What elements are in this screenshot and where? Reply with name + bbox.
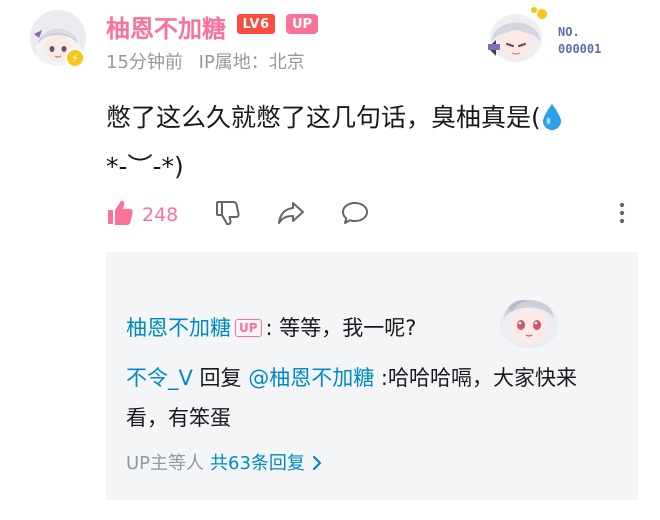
dislike-button[interactable] xyxy=(214,198,242,232)
reply-up-badge: UP xyxy=(235,319,262,337)
reply-sticker-image xyxy=(494,278,564,348)
level-badge: LV6 xyxy=(237,14,275,34)
chevron-right-icon xyxy=(312,455,322,471)
like-button[interactable]: 248 xyxy=(106,198,178,232)
more-button[interactable] xyxy=(612,198,632,232)
comment-text: 憋了这么久就憋了这几句话，臭柚真是( *-︶-*) xyxy=(106,96,630,189)
reply-button[interactable] xyxy=(340,198,370,232)
fan-card-value: 000001 xyxy=(558,42,602,56)
reply-word: 回复 xyxy=(192,366,249,390)
more-vertical-icon xyxy=(612,199,632,231)
view-all-replies[interactable]: UP主等人 共63条回复 xyxy=(126,450,323,478)
action-bar: 248 xyxy=(106,198,640,232)
fan-card[interactable]: NO. 000001 xyxy=(480,4,630,70)
like-count: 248 xyxy=(142,204,179,226)
comment-time: 15分钟前 xyxy=(106,52,183,73)
ip-location: IP属地：北京 xyxy=(198,52,305,73)
comment-meta: 15分钟前 IP属地：北京 xyxy=(106,48,305,74)
reply-total-link[interactable]: 共63条回复 xyxy=(210,453,305,474)
reply-author[interactable]: 柚恩不加糖 xyxy=(126,316,231,340)
comment-text-main: 憋了这么久就憋了这几句话，臭柚真是( xyxy=(106,103,541,132)
comment-text-tail: *-︶-*) xyxy=(106,152,184,181)
fan-card-image xyxy=(480,4,552,70)
reply-participants: UP主等人 xyxy=(126,453,205,474)
thumbs-down-icon xyxy=(214,199,242,231)
fan-card-label: NO. xyxy=(558,25,580,39)
speech-bubble-icon xyxy=(340,199,370,231)
reply-mention[interactable]: @柚恩不加糖 xyxy=(248,366,374,390)
fan-card-number: NO. 000001 xyxy=(558,24,601,58)
reply-item[interactable]: 不令_V 回复 @柚恩不加糖 :哈哈哈嗝，大家快来看，有笨蛋 xyxy=(126,358,606,438)
thumbs-up-icon xyxy=(106,199,134,231)
share-arrow-icon xyxy=(276,199,306,231)
author-avatar[interactable]: ⚡ xyxy=(30,10,86,68)
reply-text: : 等等，我一呢? xyxy=(265,316,417,340)
reply-author[interactable]: 不令_V xyxy=(126,366,193,390)
verified-badge-icon: ⚡ xyxy=(65,48,85,68)
water-drop-icon xyxy=(541,101,563,145)
up-badge: UP xyxy=(286,14,318,34)
author-name[interactable]: 柚恩不加糖 xyxy=(106,9,226,44)
reply-item[interactable]: 柚恩不加糖 UP: 等等，我一呢? xyxy=(126,312,416,344)
share-button[interactable] xyxy=(276,198,306,232)
replies-panel: 柚恩不加糖 UP: 等等，我一呢? 不令_V 回复 @柚恩不加糖 :哈哈哈嗝，大家… xyxy=(106,252,638,500)
